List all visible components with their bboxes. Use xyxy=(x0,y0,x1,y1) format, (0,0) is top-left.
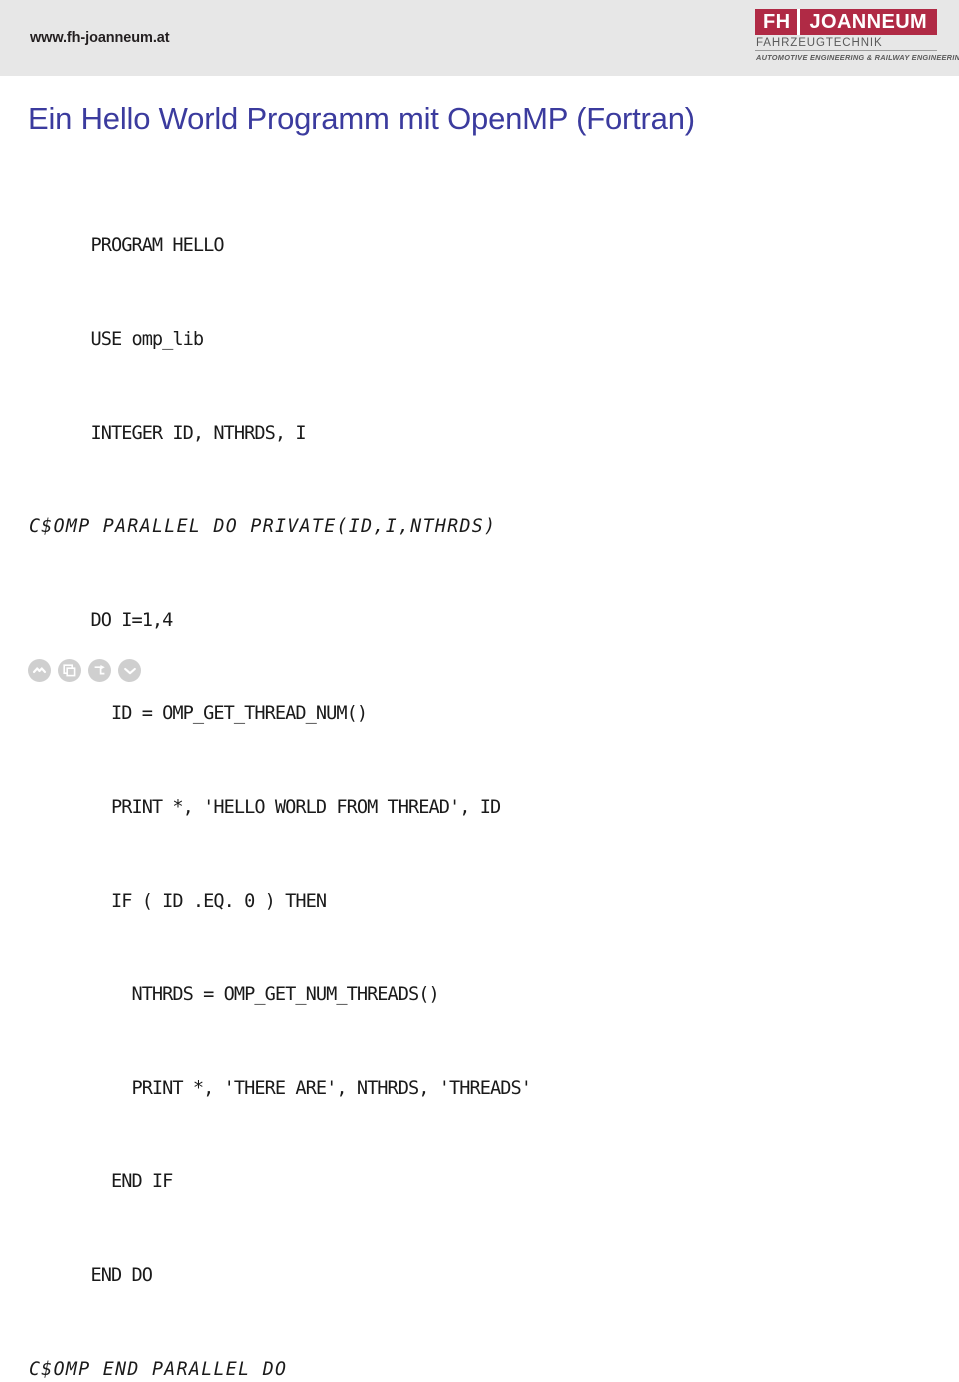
code-line-directive: C$OMP END PARALLEL DO xyxy=(29,1358,288,1380)
code-line: PRINT *, 'THERE ARE', NTHRDS, 'THREADS' xyxy=(29,1077,531,1099)
double-chevron-up-icon xyxy=(32,665,47,676)
chevron-down-icon xyxy=(123,666,137,676)
logo-rule xyxy=(755,50,937,51)
site-url: www.fh-joanneum.at xyxy=(30,30,170,46)
code-line: USE omp_lib xyxy=(29,329,204,350)
previous-slide-button[interactable] xyxy=(58,659,81,682)
first-slide-button[interactable] xyxy=(28,659,51,682)
code-line: NTHRDS = OMP_GET_NUM_THREADS() xyxy=(29,984,439,1006)
logo-fh-block: FH xyxy=(755,9,798,35)
slide-navigation-bar xyxy=(28,659,141,682)
code-line: ID = OMP_GET_THREAD_NUM() xyxy=(29,703,368,725)
next-slide-button[interactable] xyxy=(88,659,111,682)
page-title: Ein Hello World Programm mit OpenMP (For… xyxy=(28,101,695,136)
code-line: IF ( ID .EQ. 0 ) THEN xyxy=(29,890,327,912)
logo-wordmark: FH JOANNEUM xyxy=(755,9,937,35)
fh-joanneum-logo: FH JOANNEUM FAHRZEUGTECHNIK AUTOMOTIVE E… xyxy=(755,9,959,62)
square-overlap-icon xyxy=(63,664,76,677)
logo-department-english: AUTOMOTIVE ENGINEERING & RAILWAY ENGINEE… xyxy=(756,52,959,62)
code-block: PROGRAM HELLO USE omp_lib INTEGER ID, NT… xyxy=(29,168,532,1382)
code-line-directive: C$OMP PARALLEL DO PRIVATE(ID,I,NTHRDS) xyxy=(29,516,497,538)
code-line: END IF xyxy=(29,1171,173,1193)
code-line: DO I=1,4 xyxy=(29,609,173,631)
logo-joanneum-block: JOANNEUM xyxy=(800,9,937,35)
code-line: PRINT *, 'HELLO WORLD FROM THREAD', ID xyxy=(29,796,501,818)
code-line: PROGRAM HELLO xyxy=(29,235,224,257)
logo-department: FAHRZEUGTECHNIK xyxy=(756,37,883,49)
code-line: INTEGER ID, NTHRDS, I xyxy=(29,422,306,444)
last-slide-button[interactable] xyxy=(118,659,141,682)
code-line: END DO xyxy=(29,1264,152,1286)
arrow-upright-icon xyxy=(93,664,106,677)
